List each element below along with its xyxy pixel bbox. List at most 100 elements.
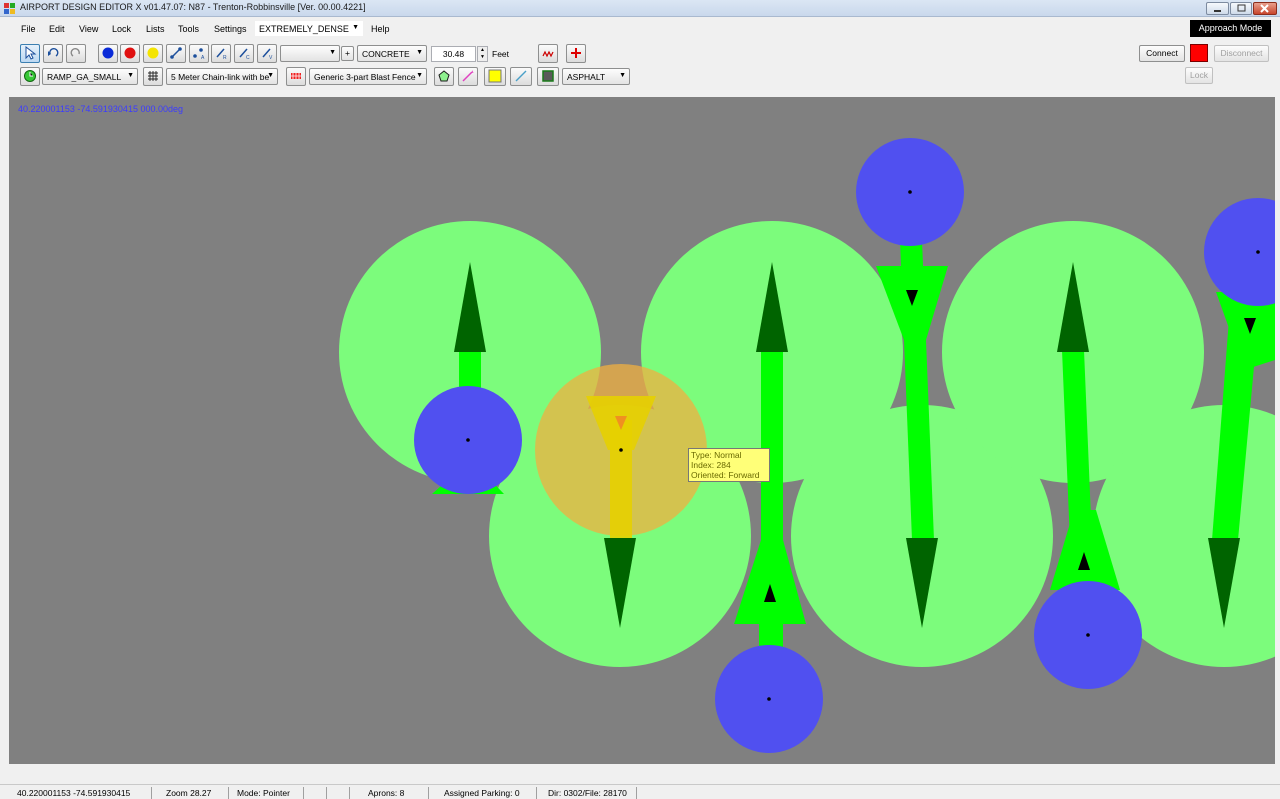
menu-settings[interactable]: Settings [214,24,247,34]
line-tool-icon [170,47,182,59]
connect-button[interactable]: Connect [1139,45,1185,62]
menu-view[interactable]: View [79,24,98,34]
chevron-down-icon: ▼ [352,24,359,31]
yellow-dot-icon [147,47,159,59]
blast-fence-tool-button[interactable] [286,67,306,86]
redo-button[interactable] [66,44,86,63]
wand-icon [462,70,474,82]
surface-value: CONCRETE [362,49,410,59]
add-marker-button[interactable] [566,44,586,63]
line-tool-c-icon: C [239,48,250,60]
status-dir-file: Dir: 0302/File: 28170 [545,787,637,799]
title-bar: AIRPORT DESIGN EDITOR X v01.47.07: N87 -… [0,0,1280,17]
red-plus-icon [571,48,581,58]
connector-line-tool-button[interactable]: C [234,44,254,63]
redo-icon [70,48,80,57]
svg-text:C: C [246,55,250,60]
maximize-button[interactable] [1230,2,1252,15]
map-canvas[interactable] [9,97,1275,764]
tooltip-index: Index: 284 [691,460,731,470]
green-clock-icon [24,70,36,82]
chevron-down-icon: ▼ [416,49,423,56]
fill-color-button[interactable] [484,67,506,86]
width-stepper[interactable]: ▲ ▼ [477,46,488,62]
minimize-button[interactable] [1206,2,1229,15]
airport-layout [339,138,1275,753]
blast-fence-select[interactable]: Generic 3-part Blast Fence ▼ [309,68,427,85]
pentagon-icon [438,70,450,82]
menu-tools[interactable]: Tools [178,24,199,34]
surface-select[interactable]: CONCRETE ▼ [357,45,427,62]
add-line-type-button[interactable]: + [341,46,354,61]
red-dot-icon [124,47,136,59]
status-coordinates: 40.220001153 -74.591930415 [14,787,152,799]
add-red-node-button[interactable] [120,44,140,63]
cursor-coordinates: 40.220001153 -74.591930415 000.00deg [18,104,183,114]
ramp-tool-button[interactable] [20,67,40,86]
fence-type-select[interactable]: 5 Meter Chain-link with be ▼ [166,68,278,85]
chevron-down-icon: ▼ [619,72,626,79]
close-icon [1260,4,1269,13]
blast-fence-value: Generic 3-part Blast Fence [314,72,416,82]
apron-boundary-button[interactable] [537,67,559,86]
add-yellow-node-button[interactable] [143,44,163,63]
disconnect-button[interactable]: Disconnect [1214,45,1269,62]
status-bar: 40.220001153 -74.591930415 Zoom 28.27 Mo… [0,784,1280,799]
status-empty-2 [328,787,350,799]
status-mode: Mode: Pointer [234,787,304,799]
width-input[interactable]: 30.48 [431,46,476,62]
undo-button[interactable] [43,44,63,63]
density-select[interactable]: EXTREMELY_DENSE ▼ [255,21,363,36]
fence-grid-icon [148,71,158,81]
add-blue-node-button[interactable] [98,44,118,63]
connection-status-indicator [1190,44,1208,62]
line-draw-button[interactable] [510,67,532,86]
pointer-tool-button[interactable] [20,44,40,63]
chevron-down-icon: ▼ [329,49,336,56]
runway-markings-button[interactable] [538,44,558,63]
taxi-line-tool-button[interactable] [166,44,186,63]
chevron-down-icon: ▼ [267,72,274,79]
runway-line-tool-button[interactable]: R [211,44,231,63]
pavement-value: ASPHALT [567,72,606,82]
polygon-tool-button[interactable] [434,67,454,86]
ramp-type-value: RAMP_GA_SMALL [47,72,122,82]
undo-icon [48,48,59,57]
pavement-select[interactable]: ASPHALT ▼ [562,68,630,85]
lock-button[interactable]: Lock [1185,67,1213,84]
chevron-down-icon: ▼ [127,72,134,79]
app-icon [4,3,15,14]
status-zoom: Zoom 28.27 [163,787,229,799]
vehicle-line-tool-button[interactable]: V [257,44,277,63]
chevron-down-icon: ▼ [416,72,423,79]
ramp-type-select[interactable]: RAMP_GA_SMALL ▼ [42,68,138,85]
minimize-icon [1214,10,1221,12]
fence-tool-button[interactable] [143,67,163,86]
approach-mode-button[interactable]: Approach Mode [1190,20,1271,37]
density-value: EXTREMELY_DENSE [259,24,349,34]
magic-wand-button[interactable] [458,67,478,86]
line-type-select[interactable]: ▼ [280,45,340,62]
menu-edit[interactable]: Edit [49,24,65,34]
apron-line-tool-button[interactable]: A [189,44,209,63]
tooltip-orientation: Oriented: Forward [691,470,760,480]
menu-lock[interactable]: Lock [112,24,131,34]
tooltip-type: Type: Normal [691,450,742,460]
svg-text:R: R [223,55,227,60]
cursor-icon [25,46,37,60]
svg-text:A: A [201,55,205,60]
line-tool-v-icon: V [262,48,273,60]
node[interactable] [1204,198,1275,306]
menu-file[interactable]: File [21,24,36,34]
svg-text:V: V [269,55,273,60]
fence-type-value: 5 Meter Chain-link with be [171,72,270,82]
menu-help[interactable]: Help [371,24,390,34]
menu-lists[interactable]: Lists [146,24,165,34]
boundary-icon [542,70,554,82]
markings-icon [542,50,554,58]
line-tool-a-icon: A [193,48,205,60]
diagonal-line-icon [515,70,527,82]
close-button[interactable] [1253,2,1277,15]
status-assigned-parking: Assigned Parking: 0 [441,787,537,799]
node-tooltip: Type: Normal Index: 284 Oriented: Forwar… [688,448,770,482]
